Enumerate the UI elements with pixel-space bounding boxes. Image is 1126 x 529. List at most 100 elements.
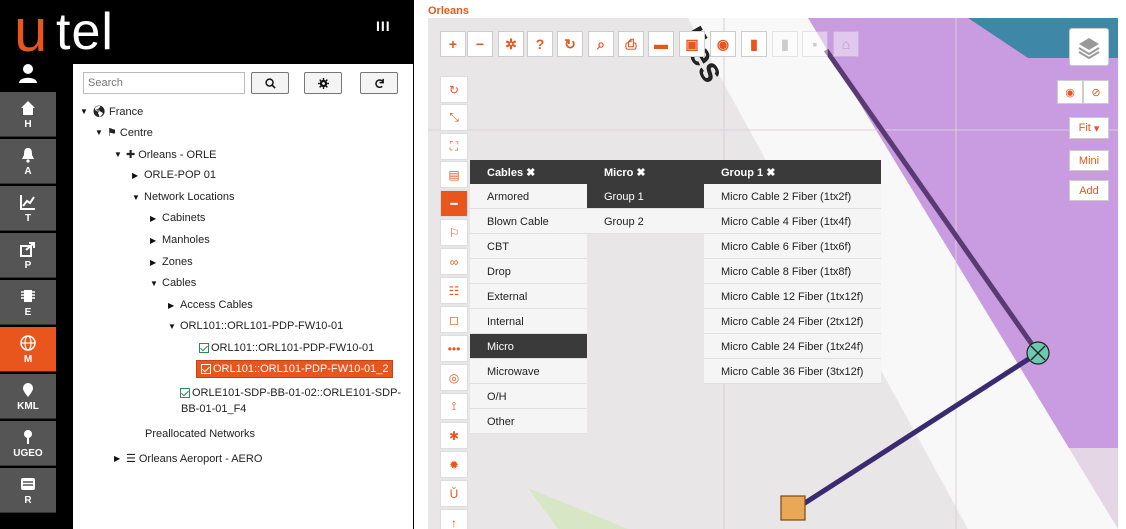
shrink-button[interactable]: ⤡: [440, 104, 468, 131]
add-button[interactable]: Add: [1069, 180, 1109, 201]
collapsed-arrow-icon[interactable]: ▶: [132, 171, 144, 180]
settings-button[interactable]: [304, 72, 342, 94]
search-button[interactable]: [251, 72, 289, 94]
fit-button[interactable]: Fit ▾: [1069, 117, 1109, 139]
tree-node-network-locations[interactable]: ▼ Network Locations: [132, 191, 235, 203]
tree-node-orleans-aeroport[interactable]: ▶ ☰ Orleans Aeroport - AERO: [114, 452, 262, 466]
bookmark-disabled-button[interactable]: ▮: [772, 31, 798, 57]
checkbox-icon[interactable]: [199, 343, 209, 353]
columns-icon[interactable]: III: [376, 18, 391, 34]
menu-item-armored[interactable]: Armored: [470, 184, 587, 209]
layers-button[interactable]: [1069, 28, 1109, 66]
settings-button[interactable]: ✲: [498, 31, 524, 57]
cables-menu-header[interactable]: Cables ✖: [470, 160, 587, 184]
measure-button[interactable]: ▬: [648, 31, 674, 57]
tree-node-orl101-pdp[interactable]: ▼ ORL101::ORL101-PDP-FW10-01: [168, 320, 343, 332]
bookmark-button[interactable]: ▮: [741, 31, 767, 57]
refresh-button[interactable]: [360, 72, 398, 94]
menu-item-group-1[interactable]: Group 1: [587, 184, 704, 209]
menu-item-external[interactable]: External: [470, 284, 587, 309]
nav-map-button[interactable]: M: [0, 327, 56, 372]
zoom-out-button[interactable]: −: [467, 31, 493, 57]
square-tool-button[interactable]: ◻: [440, 306, 468, 333]
tree-node-orleans[interactable]: ▼ ✚ Orleans - ORLE: [114, 148, 216, 162]
checkbox-icon[interactable]: [180, 388, 190, 398]
nav-kml-button[interactable]: KML: [0, 374, 56, 419]
menu-item-group-2[interactable]: Group 2: [587, 209, 704, 234]
menu-item-micro-cable[interactable]: Micro Cable 6 Fiber (1tx6f): [704, 234, 881, 259]
nav-trends-button[interactable]: T: [0, 186, 56, 231]
tree-node-manholes[interactable]: ▶ Manholes: [150, 234, 210, 246]
collapsed-arrow-icon[interactable]: ▶: [150, 214, 162, 223]
menu-item-micro-cable[interactable]: Micro Cable 24 Fiber (1tx24f): [704, 334, 881, 359]
sign-tool-button[interactable]: ☷: [440, 277, 468, 304]
tree-node-orle-pop[interactable]: ▶ ORLE-POP 01: [132, 169, 216, 181]
menu-item-microwave[interactable]: Microwave: [470, 359, 587, 384]
hook-tool-button[interactable]: Ǔ: [440, 480, 468, 507]
menu-item-oh[interactable]: O/H: [470, 384, 587, 409]
tree-node-orle101-sdp[interactable]: ORLE101-SDP-BB-01-02::ORLE101-SDP-: [180, 387, 401, 399]
expanded-arrow-icon[interactable]: ▼: [95, 128, 107, 137]
loop-tool-button[interactable]: ∞: [440, 248, 468, 275]
gear-tool-button[interactable]: ✹: [440, 451, 468, 478]
expanded-arrow-icon[interactable]: ▼: [114, 150, 126, 159]
tree-node-zones[interactable]: ▶ Zones: [150, 256, 193, 268]
menu-item-drop[interactable]: Drop: [470, 259, 587, 284]
menu-item-internal[interactable]: Internal: [470, 309, 587, 334]
cabinet-node-icon[interactable]: [780, 495, 806, 521]
nav-equipment-button[interactable]: E: [0, 280, 56, 325]
table-button[interactable]: ▤: [440, 161, 468, 188]
tree-node-orl101-pdp-child[interactable]: ORL101::ORL101-PDP-FW10-01: [199, 342, 374, 354]
expanded-arrow-icon[interactable]: ▼: [168, 322, 180, 331]
expanded-arrow-icon[interactable]: ▼: [80, 107, 92, 116]
cable-tool-button[interactable]: ━: [440, 190, 468, 217]
search-button[interactable]: ⌕: [588, 31, 614, 57]
layout-button[interactable]: ▣: [679, 31, 705, 57]
tree-node-selected[interactable]: ORL101::ORL101-PDP-FW10-01_2: [196, 360, 394, 378]
zoom-in-button[interactable]: +: [440, 31, 466, 57]
menu-item-cbt[interactable]: CBT: [470, 234, 587, 259]
collapsed-arrow-icon[interactable]: ▶: [114, 454, 126, 463]
tree-node-cables[interactable]: ▼ Cables: [150, 277, 196, 289]
group1-menu-header[interactable]: Group 1 ✖: [704, 160, 881, 184]
flag-tool-button[interactable]: ⚐: [440, 219, 468, 246]
collapsed-arrow-icon[interactable]: ▶: [150, 258, 162, 267]
more-tool-button[interactable]: •••: [440, 335, 468, 362]
star-tool-button[interactable]: ✱: [440, 422, 468, 449]
hide-layer-button[interactable]: ⊘: [1083, 80, 1109, 104]
expanded-arrow-icon[interactable]: ▼: [132, 193, 144, 202]
camera-button[interactable]: ▪: [802, 31, 828, 57]
menu-item-micro-cable[interactable]: Micro Cable 8 Fiber (1tx8f): [704, 259, 881, 284]
tree-node-access-cables[interactable]: ▶ Access Cables: [168, 299, 253, 311]
target-tool-button[interactable]: ◎: [440, 364, 468, 391]
search-input[interactable]: [83, 72, 245, 94]
expanded-arrow-icon[interactable]: ▼: [150, 279, 162, 288]
menu-item-micro-cable[interactable]: Micro Cable 36 Fiber (3tx12f): [704, 359, 881, 384]
tree-node-centre[interactable]: ▼ ⚑ Centre: [95, 126, 153, 140]
menu-item-micro-cable[interactable]: Micro Cable 4 Fiber (1tx4f): [704, 209, 881, 234]
user-icon[interactable]: [17, 62, 39, 84]
tree-node-preallocated[interactable]: Preallocated Networks: [145, 428, 255, 440]
menu-item-micro-cable[interactable]: Micro Cable 12 Fiber (1tx12f): [704, 284, 881, 309]
menu-item-other[interactable]: Other: [470, 409, 587, 434]
nav-alerts-button[interactable]: A: [0, 139, 56, 184]
antenna-tool-button[interactable]: ⟟: [440, 393, 468, 420]
tree-node-france[interactable]: ▼ 🌎︎ France: [80, 105, 143, 119]
expand-button[interactable]: ⛶: [440, 133, 468, 160]
checkbox-icon[interactable]: [201, 364, 211, 374]
menu-item-blown-cable[interactable]: Blown Cable: [470, 209, 587, 234]
refresh-button[interactable]: ↻: [557, 31, 583, 57]
nav-ugeo-button[interactable]: UGEO: [0, 421, 56, 466]
menu-item-micro[interactable]: Micro: [470, 334, 587, 359]
nav-reports-button[interactable]: R: [0, 468, 56, 513]
up-tool-button[interactable]: ↑: [440, 509, 468, 529]
tree-node-cabinets[interactable]: ▶ Cabinets: [150, 212, 205, 224]
collapsed-arrow-icon[interactable]: ▶: [150, 236, 162, 245]
help-button[interactable]: ?: [527, 31, 553, 57]
rotate-button[interactable]: ↻: [440, 76, 468, 103]
collapsed-arrow-icon[interactable]: ▶: [168, 301, 180, 310]
nav-share-button[interactable]: P: [0, 233, 56, 278]
menu-item-micro-cable[interactable]: Micro Cable 2 Fiber (1tx2f): [704, 184, 881, 209]
nav-home-button[interactable]: H: [0, 92, 56, 137]
view-button[interactable]: ◉: [710, 31, 736, 57]
